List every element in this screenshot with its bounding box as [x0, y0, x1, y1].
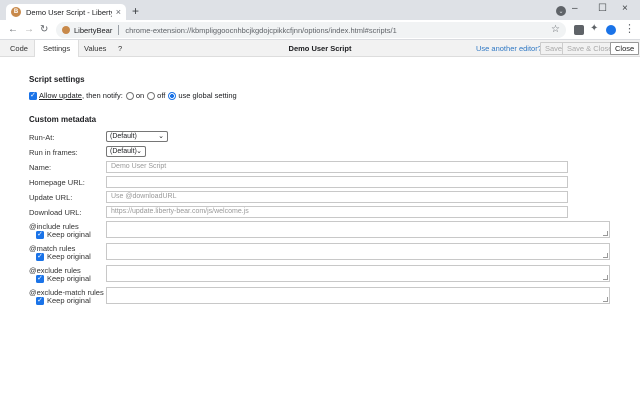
download-url-input[interactable]: https://update.liberty-bear.com/js/welco…	[106, 206, 568, 218]
close-window-button[interactable]: ×	[622, 3, 628, 14]
new-tab-button[interactable]: +	[132, 5, 139, 17]
allow-update-checkbox[interactable]: ✓	[29, 91, 37, 100]
exclude-rules-textarea[interactable]	[106, 265, 610, 282]
browser-tabstrip: B Demo User Script - LibertyBear × + ⌄ –…	[0, 0, 640, 20]
resize-grip-icon[interactable]	[603, 253, 608, 258]
keep-original-checkbox[interactable]: ✓	[36, 230, 44, 239]
bookmark-star-icon[interactable]: ☆	[551, 24, 560, 35]
keep-original-checkbox[interactable]: ✓	[36, 274, 44, 283]
tab-help[interactable]: ?	[110, 40, 130, 57]
notify-global-label[interactable]: use global setting	[178, 91, 236, 100]
use-another-editor-link[interactable]: Use another editor?	[476, 44, 542, 53]
extension-icon[interactable]	[574, 25, 584, 35]
address-bar[interactable]: LibertyBear chrome-extension://kbmpliggo…	[56, 22, 566, 38]
name-input[interactable]: Demo User Script	[106, 161, 568, 173]
chevron-down-icon: ⌄	[158, 133, 164, 140]
keep-original-label[interactable]: Keep original	[47, 252, 91, 261]
exclude-match-keep-original[interactable]: ✓ Keep original	[36, 296, 91, 305]
update-url-input[interactable]: Use @downloadURL	[106, 191, 568, 203]
include-keep-original[interactable]: ✓ Keep original	[36, 230, 91, 239]
chevron-down-icon: ⌄	[136, 148, 142, 155]
forward-icon[interactable]: →	[24, 24, 34, 36]
tab-search-icon[interactable]: ⌄	[556, 6, 566, 16]
browser-menu-icon[interactable]: ⋮	[624, 22, 635, 35]
exclude-keep-original[interactable]: ✓ Keep original	[36, 274, 91, 283]
name-label: Name:	[29, 163, 52, 172]
tab-close-icon[interactable]: ×	[116, 7, 121, 17]
maximize-button[interactable]: ☐	[598, 3, 607, 14]
match-keep-original[interactable]: ✓ Keep original	[36, 252, 91, 261]
omnibox-divider	[118, 25, 120, 35]
close-button[interactable]: Close	[610, 42, 640, 55]
liberty-bear-icon: B	[11, 7, 21, 17]
run-in-frames-select[interactable]: (Default) ⌄	[106, 146, 146, 157]
run-at-label: Run-At:	[29, 133, 55, 142]
browser-tab[interactable]: B Demo User Script - LibertyBear ×	[6, 4, 126, 20]
homepage-url-label: Homepage URL:	[29, 178, 85, 187]
match-rules-textarea[interactable]	[106, 243, 610, 260]
custom-metadata-heading: Custom metadata	[29, 115, 97, 124]
browser-toolbar: ← → ↻ LibertyBear chrome-extension://kbm…	[0, 20, 640, 40]
profile-avatar[interactable]	[606, 25, 616, 35]
notify-off-label[interactable]: off	[157, 91, 165, 100]
origin-chip[interactable]: LibertyBear	[62, 26, 112, 35]
resize-grip-icon[interactable]	[603, 275, 608, 280]
script-title: Demo User Script	[288, 44, 352, 53]
run-in-frames-value: (Default)	[110, 148, 137, 155]
keep-original-checkbox[interactable]: ✓	[36, 252, 44, 261]
extension-origin-icon	[62, 26, 70, 34]
tab-settings[interactable]: Settings	[34, 40, 80, 57]
settings-panel: Script settings ✓ Allow update , then no…	[0, 57, 640, 400]
reload-icon[interactable]: ↻	[40, 24, 48, 36]
run-in-frames-label: Run in frames:	[29, 148, 78, 157]
tab-title: Demo User Script - LibertyBear	[26, 7, 112, 17]
run-at-value: (Default)	[110, 133, 137, 140]
homepage-url-input[interactable]	[106, 176, 568, 188]
notify-off-radio[interactable]	[147, 91, 156, 100]
resize-grip-icon[interactable]	[603, 297, 608, 302]
include-rules-textarea[interactable]	[106, 221, 610, 238]
script-settings-heading: Script settings	[29, 75, 85, 84]
exclude-match-rules-textarea[interactable]	[106, 287, 610, 304]
tab-code[interactable]: Code	[2, 40, 36, 57]
extensions-puzzle-icon[interactable]: ✦	[590, 23, 600, 34]
notify-on-label[interactable]: on	[136, 91, 144, 100]
resize-grip-icon[interactable]	[603, 231, 608, 236]
run-at-select[interactable]: (Default) ⌄	[106, 131, 168, 142]
editor-header: Code Settings Values ? Demo User Script …	[0, 40, 640, 57]
notify-on-radio[interactable]	[125, 91, 134, 100]
notify-global-radio[interactable]	[168, 91, 177, 100]
download-url-label: Download URL:	[29, 208, 82, 217]
origin-label: LibertyBear	[74, 25, 113, 35]
notify-label: , then notify:	[81, 91, 123, 100]
allow-update-label[interactable]: Allow update	[39, 91, 82, 100]
back-icon[interactable]: ←	[8, 24, 18, 36]
allow-update-row: ✓ Allow update , then notify: on off use…	[29, 91, 237, 100]
minimize-button[interactable]: –	[572, 3, 578, 14]
keep-original-label[interactable]: Keep original	[47, 274, 91, 283]
url-text[interactable]: chrome-extension://kbmpliggoocnhbcjkgdoj…	[125, 26, 396, 35]
tab-values[interactable]: Values	[76, 40, 114, 57]
keep-original-label[interactable]: Keep original	[47, 296, 91, 305]
update-url-label: Update URL:	[29, 193, 73, 202]
keep-original-label[interactable]: Keep original	[47, 230, 91, 239]
keep-original-checkbox[interactable]: ✓	[36, 296, 44, 305]
